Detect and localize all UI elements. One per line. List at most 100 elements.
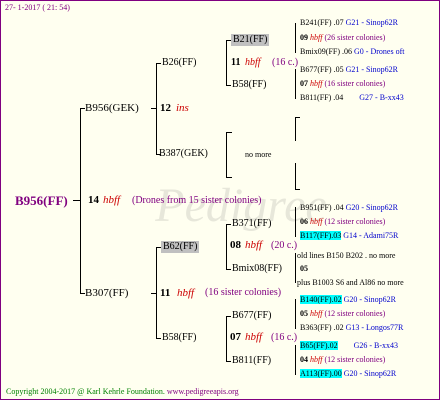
gen4-value: .02 (327, 341, 338, 350)
gen4-note: (16 sister colonies) (324, 79, 386, 88)
gen4-text: plus B1003 S6 and Al86 (297, 278, 376, 287)
gen4-gen: 04 (300, 355, 308, 364)
gen2-queen[interactable]: B58(FF) (162, 332, 196, 344)
footer-url[interactable]: www.pedigreeapis.org (167, 387, 239, 396)
gen1-label: ins (176, 102, 189, 114)
gen3-queen[interactable]: B21(FF) (231, 34, 270, 46)
gen4-row[interactable]: B951(FF) .04 G20 - Sinop62R (300, 203, 398, 213)
gen4-label: hbff (310, 309, 323, 318)
footer: Copyright 2004-2017 @ Karl Kehrle Founda… (6, 387, 239, 397)
root-queen[interactable]: B956(FF) (15, 193, 68, 208)
root-label: hbff (103, 194, 121, 206)
gen4-line: G27 - B-xx43 (359, 93, 404, 102)
gen4-line: G26 - B-xx43 (353, 341, 399, 350)
gen4-value: .02 (333, 323, 344, 332)
connector (73, 200, 81, 201)
gen4-queen: B677(FF) (300, 65, 332, 74)
gen4-line: G20 - Sinop62R (343, 369, 397, 378)
connector (295, 23, 296, 53)
gen4-line: G14 - Adami75R (343, 231, 399, 240)
gen4-queen: Bmix09(FF) (300, 47, 341, 56)
gen4-line: G20 - Sinop62R (343, 295, 397, 304)
gen4-tail: no more (377, 278, 404, 287)
gen3-queen[interactable]: B58(FF) (232, 79, 266, 91)
gen4-gen: 09 (300, 33, 308, 42)
gen4-note: (12 sister colonies) (324, 309, 386, 318)
connector (295, 117, 300, 118)
gen1-label: hbff (177, 287, 195, 299)
gen4-value: .06 (342, 47, 353, 56)
connector (226, 316, 227, 362)
gen4-line: G20 - Sinop62R (345, 203, 399, 212)
gen3-queen[interactable]: B371(FF) (232, 218, 271, 230)
gen4-value: .05 (333, 65, 344, 74)
gen3-queen[interactable]: B811(FF) (232, 355, 271, 367)
gen4-row: old lines B150 B202 . no more (297, 251, 395, 261)
connector (156, 338, 161, 339)
connector (226, 132, 227, 178)
gen3-queen[interactable]: B677(FF) (232, 310, 271, 322)
gen4-row[interactable]: B117(FF).03 G14 - Adami75R (300, 231, 398, 241)
gen1-queen[interactable]: B307(FF) (85, 287, 128, 300)
gen2-label: hbff (245, 239, 263, 251)
gen4-label: hbff (310, 33, 323, 42)
connector (80, 108, 81, 294)
gen4-row[interactable]: B241(FF) .07 G21 - Sinop62R (300, 18, 398, 28)
gen4-row[interactable]: B363(FF) .02 G13 - Longos77R (300, 323, 403, 333)
gen2-queen[interactable]: B387(GEK) (159, 148, 208, 160)
gen2-queen[interactable]: B26(FF) (162, 57, 196, 69)
gen4-text: old lines B150 B202 (297, 251, 364, 260)
gen4-row: 04 hbff (12 sister colonies) (300, 355, 385, 365)
gen4-value: .02 (331, 295, 342, 304)
gen4-label: hbff (310, 355, 323, 364)
connector (151, 108, 157, 109)
root-gen: 14 (88, 194, 99, 206)
gen4-queen: B241(FF) (300, 18, 332, 27)
gen2-note: (20 c.) (271, 240, 298, 251)
gen3-queen[interactable]: Bmix08(FF) (232, 263, 282, 275)
gen1-queen[interactable]: B956(GEK) (85, 102, 139, 115)
connector (156, 63, 157, 155)
gen4-queen: B140(FF) (300, 295, 332, 304)
header-date: 27- 1-2017 ( 21: 54) (5, 3, 70, 12)
connector (226, 85, 231, 86)
footer-copyright: Copyright 2004-2017 @ Karl Kehrle Founda… (6, 387, 165, 396)
gen4-row[interactable]: B140(FF).02 G20 - Sinop62R (300, 295, 396, 305)
gen4-line: G0 - Drones oft (354, 47, 405, 56)
gen4-row[interactable]: B677(FF) .05 G21 - Sinop62R (300, 65, 398, 75)
gen4-gen: 05 (300, 264, 308, 273)
gen4-queen: B363(FF) (300, 323, 332, 332)
gen4-value: .04 (333, 203, 344, 212)
gen1-note: (16 sister colonies) (205, 287, 282, 298)
gen4-gen: 07 (300, 79, 308, 88)
gen4-label: hbff (310, 217, 323, 226)
connector (226, 224, 231, 225)
gen1-gen: 11 (160, 287, 171, 299)
gen4-row[interactable]: A113(FF).00 G20 - Sinop62R (300, 369, 396, 379)
gen4-row: plus B1003 S6 and Al86 no more (297, 278, 404, 288)
gen2-note: (16 c.) (271, 332, 298, 343)
gen4-row: 05 hbff (12 sister colonies) (300, 309, 385, 319)
gen4-queen: B811(FF) (300, 93, 332, 102)
gen2-gen: 08 (230, 239, 241, 251)
connector (151, 293, 157, 294)
gen4-row: 07 hbff (16 sister colonies) (300, 79, 385, 89)
connector (295, 345, 296, 375)
gen4-tail: . no more (365, 251, 396, 260)
gen4-row[interactable]: B65(FF).02 G26 - B-xx43 (300, 341, 398, 351)
connector (226, 316, 231, 317)
gen4-value: .04 (333, 93, 344, 102)
gen2-label: hbff (245, 57, 261, 68)
gen4-note: (12 sister colonies) (324, 355, 386, 364)
gen2-queen[interactable]: B62(FF) (161, 241, 200, 253)
connector (295, 163, 296, 189)
gen4-value: .03 (331, 231, 342, 240)
gen4-row[interactable]: B811(FF) .04 G27 - B-xx43 (300, 93, 404, 103)
gen4-label: hbff (310, 79, 323, 88)
connector (295, 189, 300, 190)
connector (156, 63, 161, 64)
connector (295, 69, 296, 99)
gen4-queen: A113(FF) (300, 369, 332, 378)
gen2-label: hbff (245, 331, 263, 343)
gen4-row[interactable]: Bmix09(FF) .06 G0 - Drones oft (300, 47, 404, 57)
